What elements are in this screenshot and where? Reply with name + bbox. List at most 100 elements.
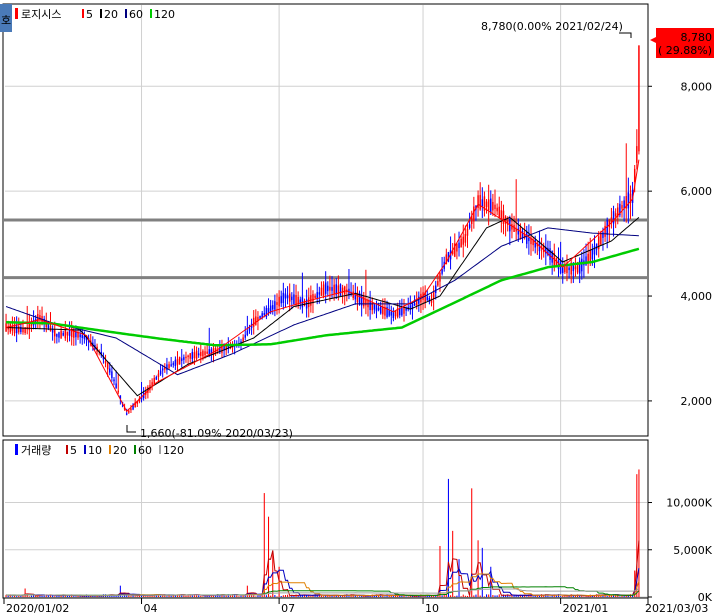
candle-body <box>564 266 566 273</box>
candle-body <box>502 210 505 225</box>
legend-swatch <box>100 9 102 18</box>
candle-body <box>343 286 346 295</box>
candle-body <box>324 282 327 294</box>
legend-swatch <box>150 9 152 18</box>
candle-body <box>468 224 471 228</box>
candle-body <box>426 296 429 301</box>
legend-item-label: 5 <box>86 8 93 21</box>
candle-body <box>593 246 596 255</box>
candle-body <box>621 205 623 209</box>
candle-body <box>612 211 615 224</box>
candle-body <box>375 304 378 312</box>
volume-panel-frame <box>2 439 649 599</box>
legend-marker <box>15 444 18 455</box>
candle-body <box>352 291 354 298</box>
candle-body <box>189 353 191 359</box>
candle-body <box>64 329 67 339</box>
date-axis: 2020/01/02 04 07 10 2021/01 2021/03/03 <box>3 598 708 615</box>
candle-body <box>314 295 316 299</box>
candle-body <box>115 383 117 389</box>
candle-body <box>54 329 56 337</box>
candle-body <box>456 243 458 252</box>
candle-body <box>432 291 435 299</box>
date-axis-label: 04 <box>144 602 158 615</box>
candle-body <box>109 368 111 373</box>
candle-body <box>276 302 278 305</box>
legend-item-label: 60 <box>138 444 152 457</box>
price-axis: 2,000 4,000 6,000 8,000 <box>648 80 712 408</box>
candle-body <box>274 301 276 310</box>
candle-body <box>373 304 376 310</box>
candle-body <box>485 201 488 207</box>
price-axis-label: 8,000 <box>681 80 713 93</box>
date-axis-label: 2021/01 <box>563 602 609 615</box>
candle-body <box>204 351 206 355</box>
candle-body <box>293 294 295 304</box>
candle-body <box>490 198 492 213</box>
candle-body <box>379 305 382 314</box>
current-price-marker: 8,780 ( 29.88%) <box>650 28 714 58</box>
candle-body <box>487 199 490 211</box>
candle-body <box>278 296 280 307</box>
candle-body <box>288 293 291 302</box>
candle-body <box>439 273 441 282</box>
candle-body <box>557 259 560 270</box>
legend-stock-name: 로지시스 <box>21 8 61 21</box>
legend-item-label: 120 <box>154 8 175 21</box>
candle-body <box>479 195 481 210</box>
candle-body <box>566 265 568 274</box>
legend-swatch <box>159 445 161 454</box>
candle-body <box>130 408 132 411</box>
candle-body <box>248 327 251 331</box>
legend-swatch <box>125 9 127 18</box>
candle-body <box>128 410 130 413</box>
candle-body <box>193 352 196 359</box>
candle-body <box>56 333 58 337</box>
candle-body <box>492 201 494 211</box>
volume-axis: 0K5,000K10,000K <box>648 497 713 604</box>
candle-body <box>574 266 577 270</box>
candle-body <box>399 308 401 316</box>
candle-body <box>308 297 310 308</box>
candle-body <box>377 307 380 311</box>
candle-body <box>595 243 598 250</box>
legend-item-label: 20 <box>113 444 127 457</box>
candle-body <box>636 146 638 163</box>
candle-body <box>58 332 60 338</box>
date-axis-label: 10 <box>425 602 439 615</box>
candle-body <box>181 358 183 361</box>
candle-body <box>519 227 522 240</box>
legend-volume-name: 거래량 <box>21 444 51 457</box>
candle-body <box>246 330 249 335</box>
candle-body <box>195 350 198 359</box>
candle-body <box>638 45 640 152</box>
price-axis-label: 4,000 <box>681 290 713 303</box>
candle-body <box>437 281 439 286</box>
candle-body <box>559 261 562 274</box>
candle-body <box>460 238 462 248</box>
stock-chart: 2,0004,0006,0008,000 0K5,000K10,000K 202… <box>0 3 714 615</box>
candle-body <box>255 316 257 325</box>
candle-body <box>183 357 185 360</box>
candle-body <box>286 295 289 299</box>
candle-body <box>600 233 602 245</box>
candle-body <box>614 213 617 217</box>
candle-body <box>272 305 274 310</box>
volume-axis-label: 5,000K <box>673 544 712 557</box>
candle-body <box>589 249 591 263</box>
candle-body <box>47 324 50 329</box>
candle-body <box>66 331 69 336</box>
candle-body <box>191 351 194 360</box>
candle-body <box>466 228 469 236</box>
candle-body <box>597 236 600 250</box>
price-axis-label: 6,000 <box>681 185 713 198</box>
candle-body <box>178 357 181 365</box>
candle-body <box>528 237 530 242</box>
candle-body <box>320 287 323 296</box>
low-annotation: 1,660(-81.09% 2020/03/23) <box>140 427 293 440</box>
date-axis-label: 07 <box>281 602 295 615</box>
volume-axis-label: 10,000K <box>666 497 712 510</box>
candle-body <box>623 200 625 209</box>
legend-swatch <box>134 445 136 454</box>
candle-body <box>496 207 498 212</box>
